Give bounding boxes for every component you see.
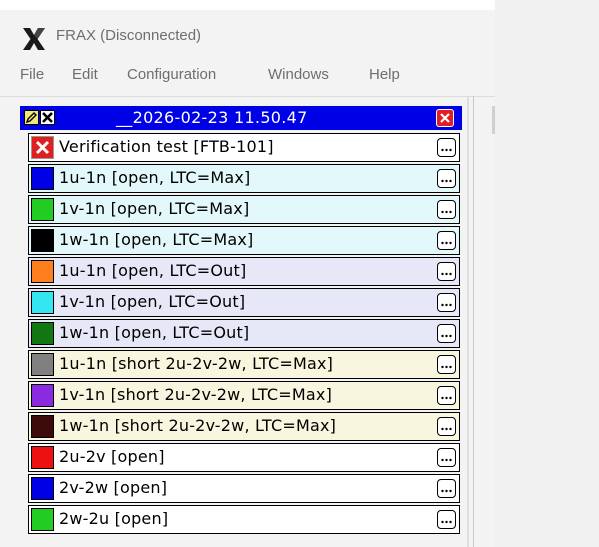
scrollbar-thumb[interactable] (492, 106, 495, 134)
more-options-icon[interactable] (437, 324, 456, 343)
more-options-icon[interactable] (437, 386, 456, 405)
more-options-icon[interactable] (437, 200, 456, 219)
color-swatch[interactable] (31, 477, 54, 500)
color-swatch[interactable] (31, 229, 54, 252)
edit-icon[interactable] (24, 110, 39, 125)
list-item[interactable]: 1v-1n [short 2u-2v-2w, LTC=Max] (28, 381, 460, 410)
row-label: 1v-1n [open, LTC=Max] (59, 199, 250, 218)
window-title: FRAX (Disconnected) (56, 27, 202, 44)
row-label: 1u-1n [short 2u-2v-2w, LTC=Max] (59, 354, 334, 373)
list-item[interactable]: 2v-2w [open] (28, 474, 460, 503)
background-area (495, 0, 599, 547)
menu-item-edit[interactable]: Edit (72, 66, 98, 83)
color-swatch[interactable] (31, 198, 54, 221)
list-item[interactable]: 1w-1n [open, LTC=Out] (28, 319, 460, 348)
title-bar: FRAX (Disconnected) (0, 10, 495, 56)
menu-divider (0, 96, 495, 97)
color-swatch[interactable] (31, 322, 54, 345)
row-label: 1w-1n [open, LTC=Max] (59, 230, 254, 249)
more-options-icon[interactable] (437, 479, 456, 498)
more-options-icon[interactable] (437, 355, 456, 374)
list-item[interactable]: 2w-2u [open] (28, 505, 460, 534)
row-label: Verification test [FTB-101] (59, 137, 274, 156)
more-options-icon[interactable] (437, 510, 456, 529)
color-swatch[interactable] (31, 446, 54, 469)
more-options-icon[interactable] (437, 417, 456, 436)
frax-x-logo-icon (20, 25, 48, 53)
list-item[interactable]: 1v-1n [open, LTC=Max] (28, 195, 460, 224)
list-item[interactable]: 1w-1n [short 2u-2v-2w, LTC=Max] (28, 412, 460, 441)
list-item[interactable]: 1u-1n [open, LTC=Max] (28, 164, 460, 193)
row-label: 1u-1n [open, LTC=Out] (59, 261, 247, 280)
more-options-icon[interactable] (437, 293, 456, 312)
color-swatch[interactable] (31, 384, 54, 407)
list-item[interactable]: Verification test [FTB-101] (28, 133, 460, 162)
red-x-icon[interactable] (31, 136, 54, 159)
row-label: 2u-2v [open] (59, 447, 165, 466)
list-item[interactable]: 1u-1n [short 2u-2v-2w, LTC=Max] (28, 350, 460, 379)
more-options-icon[interactable] (437, 448, 456, 467)
list-item[interactable]: 1v-1n [open, LTC=Out] (28, 288, 460, 317)
row-label: 2w-2u [open] (59, 509, 169, 528)
row-label: 1v-1n [open, LTC=Out] (59, 292, 246, 311)
color-swatch[interactable] (31, 508, 54, 531)
list-item[interactable]: 1w-1n [open, LTC=Max] (28, 226, 460, 255)
row-label: 1u-1n [open, LTC=Max] (59, 168, 251, 187)
menu-item-help[interactable]: Help (369, 66, 400, 83)
color-swatch[interactable] (31, 291, 54, 314)
row-label: 2v-2w [open] (59, 478, 168, 497)
color-swatch[interactable] (31, 167, 54, 190)
color-swatch[interactable] (31, 415, 54, 438)
test-panel: __2026-02-23 11.50.47 Verification test … (20, 106, 462, 547)
close-icon[interactable] (40, 110, 55, 125)
menu-item-file[interactable]: File (20, 66, 44, 83)
row-label: 1w-1n [short 2u-2v-2w, LTC=Max] (59, 416, 337, 435)
panel-close-button[interactable] (436, 109, 454, 127)
color-swatch[interactable] (31, 260, 54, 283)
row-label: 1v-1n [short 2u-2v-2w, LTC=Max] (59, 385, 333, 404)
menu-bar: File Edit Configuration Windows Help (0, 60, 495, 90)
app-window: FRAX (Disconnected) File Edit Configuratio… (0, 10, 495, 547)
more-options-icon[interactable] (437, 262, 456, 281)
more-options-icon[interactable] (437, 231, 456, 250)
splitter[interactable] (467, 96, 469, 547)
panel-title: __2026-02-23 11.50.47 (116, 108, 308, 127)
row-label: 1w-1n [open, LTC=Out] (59, 323, 250, 342)
menu-item-configuration[interactable]: Configuration (127, 66, 216, 83)
splitter-edge (473, 96, 474, 547)
list-item[interactable]: 1u-1n [open, LTC=Out] (28, 257, 460, 286)
color-swatch[interactable] (31, 353, 54, 376)
measurement-list: Verification test [FTB-101] 1u-1n [open, … (28, 133, 460, 536)
panel-header: __2026-02-23 11.50.47 (20, 106, 462, 130)
more-options-icon[interactable] (437, 138, 456, 157)
menu-item-windows[interactable]: Windows (268, 66, 329, 83)
list-item[interactable]: 2u-2v [open] (28, 443, 460, 472)
more-options-icon[interactable] (437, 169, 456, 188)
